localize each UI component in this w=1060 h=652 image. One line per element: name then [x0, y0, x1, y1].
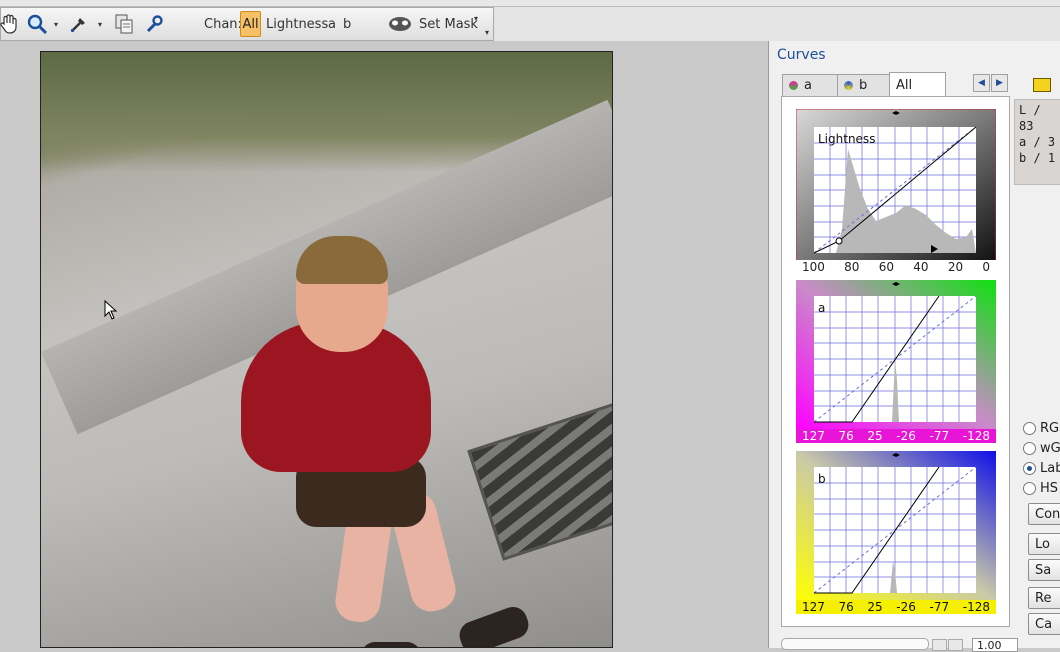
readout-l: L / 83 — [1019, 103, 1041, 133]
tab-b-icon — [844, 81, 853, 90]
tab-a[interactable]: a — [782, 74, 838, 96]
controls-button[interactable]: Con — [1028, 503, 1060, 525]
mask-icon[interactable] — [387, 13, 413, 35]
tab-all-label: All — [896, 77, 913, 93]
tick-label: 20 — [947, 260, 964, 274]
top-menu-strip — [0, 0, 1060, 7]
readout-a: a / 3 — [1019, 135, 1056, 149]
image-canvas[interactable] — [40, 51, 613, 648]
radio-lab[interactable]: Lab — [1023, 461, 1060, 476]
channel-lightness-button[interactable]: Lightness — [266, 17, 328, 32]
radio-wg-dot[interactable] — [1023, 442, 1036, 455]
zoom-tool-icon[interactable] — [25, 13, 49, 35]
zoom-dropdown-icon[interactable]: ▾ — [51, 13, 61, 35]
radio-hsv[interactable]: HS — [1023, 481, 1058, 496]
tick-label: 0 — [982, 260, 990, 274]
channel-all-button[interactable]: All — [240, 11, 261, 37]
tick-label: 127 — [802, 429, 825, 443]
tick-label: 76 — [838, 600, 854, 614]
save-button[interactable]: Sa — [1028, 559, 1060, 581]
tick-label: 80 — [844, 260, 860, 274]
wrench-icon[interactable] — [142, 13, 166, 35]
tab-a-icon — [789, 81, 798, 90]
tab-scroll-right-icon[interactable]: ▶ — [991, 74, 1008, 92]
tick-label: 40 — [913, 260, 929, 274]
curves-panel: Curves a b All ◀ ▶ Lightness 100 80 60 4… — [768, 41, 1060, 652]
reset-button[interactable]: Re — [1028, 587, 1060, 609]
a-curve-box[interactable]: a 127 76 25 -26 -77 -128 — [796, 280, 996, 445]
tick-label: 25 — [867, 429, 883, 443]
copy-icon[interactable] — [112, 13, 136, 35]
radio-rgb-dot[interactable] — [1023, 422, 1036, 435]
photo-shoe — [455, 602, 533, 647]
radio-hsv-dot[interactable] — [1023, 482, 1036, 495]
lightness-axis-ticks: 100 80 60 40 20 0 — [796, 260, 996, 274]
curves-frame: Lightness 100 80 60 40 20 0 a 127 76 25 … — [781, 96, 1010, 627]
tab-a-label: a — [804, 78, 812, 93]
color-readout: L / 83 a / 3 b / 1 — [1014, 99, 1060, 185]
tick-label: -26 — [896, 600, 916, 614]
eyedropper-dropdown-icon[interactable]: ▾ — [95, 13, 105, 35]
a-curve-label: a — [818, 301, 825, 315]
photo-shoe — [361, 642, 421, 647]
tick-label: 25 — [867, 600, 883, 614]
radio-lab-label: Lab — [1040, 461, 1060, 476]
tick-label: -77 — [929, 429, 950, 443]
tick-label: 60 — [878, 260, 894, 274]
tick-label: 100 — [802, 260, 825, 274]
b-axis-ticks: 127 76 25 -26 -77 -128 — [796, 600, 996, 614]
readout-b: b / 1 — [1019, 151, 1056, 165]
radio-wg[interactable]: wG — [1023, 441, 1060, 456]
channel-a-button[interactable]: a — [328, 17, 336, 32]
b-curve-label: b — [818, 472, 826, 486]
value-field[interactable]: 1.00 — [972, 638, 1018, 652]
load-button[interactable]: Lo — [1028, 533, 1060, 555]
toolbar-empty-area — [494, 7, 1060, 41]
set-mask-button[interactable]: Set Mask — [419, 17, 478, 32]
a-axis-ticks: 127 76 25 -26 -77 -128 — [796, 429, 996, 443]
panel-title: Curves — [777, 47, 826, 63]
tab-b[interactable]: b — [837, 74, 890, 96]
tick-label: -128 — [962, 600, 990, 614]
radio-rgb-label: RG — [1040, 421, 1060, 436]
tab-b-label: b — [859, 78, 868, 93]
photo-drain — [467, 399, 612, 561]
mouse-pointer-icon — [104, 300, 118, 320]
tick-label: -26 — [896, 429, 916, 443]
radio-rgb[interactable]: RG — [1023, 421, 1059, 436]
hand-tool-icon[interactable] — [0, 13, 19, 35]
set-mask-dropdown-icon[interactable]: ▾ — [474, 14, 478, 23]
tick-label: 127 — [802, 600, 825, 614]
tab-scroll-left-icon[interactable]: ◀ — [973, 74, 990, 92]
radio-lab-dot[interactable] — [1023, 462, 1036, 475]
b-curve-box[interactable]: b 127 76 25 -26 -77 -128 — [796, 451, 996, 616]
channel-b-button[interactable]: b — [343, 17, 351, 32]
tick-label: -77 — [929, 600, 950, 614]
note-icon[interactable] — [1033, 78, 1051, 92]
spin-up-icon[interactable] — [948, 639, 963, 651]
cancel-button[interactable]: Ca — [1028, 613, 1060, 635]
eyedropper-tool-icon[interactable] — [67, 13, 91, 35]
lightness-curve-box[interactable]: Lightness 100 80 60 40 20 0 — [795, 108, 997, 274]
tick-label: 76 — [838, 429, 854, 443]
radio-hsv-label: HS — [1040, 481, 1059, 496]
tick-label: -128 — [962, 429, 990, 443]
radio-wg-label: wG — [1040, 441, 1060, 456]
tab-all[interactable]: All — [889, 72, 946, 97]
lightness-curve-label: Lightness — [818, 132, 875, 146]
channel-label: Chan: — [204, 17, 242, 32]
toolbar-overflow-icon[interactable]: ▾ — [485, 28, 489, 37]
bottom-slider[interactable] — [781, 638, 929, 650]
toolbar: ▾ ▾ Chan: All Lightness a b Set Mask ▾ ▾ — [0, 7, 494, 41]
spin-down-icon[interactable] — [932, 639, 947, 651]
